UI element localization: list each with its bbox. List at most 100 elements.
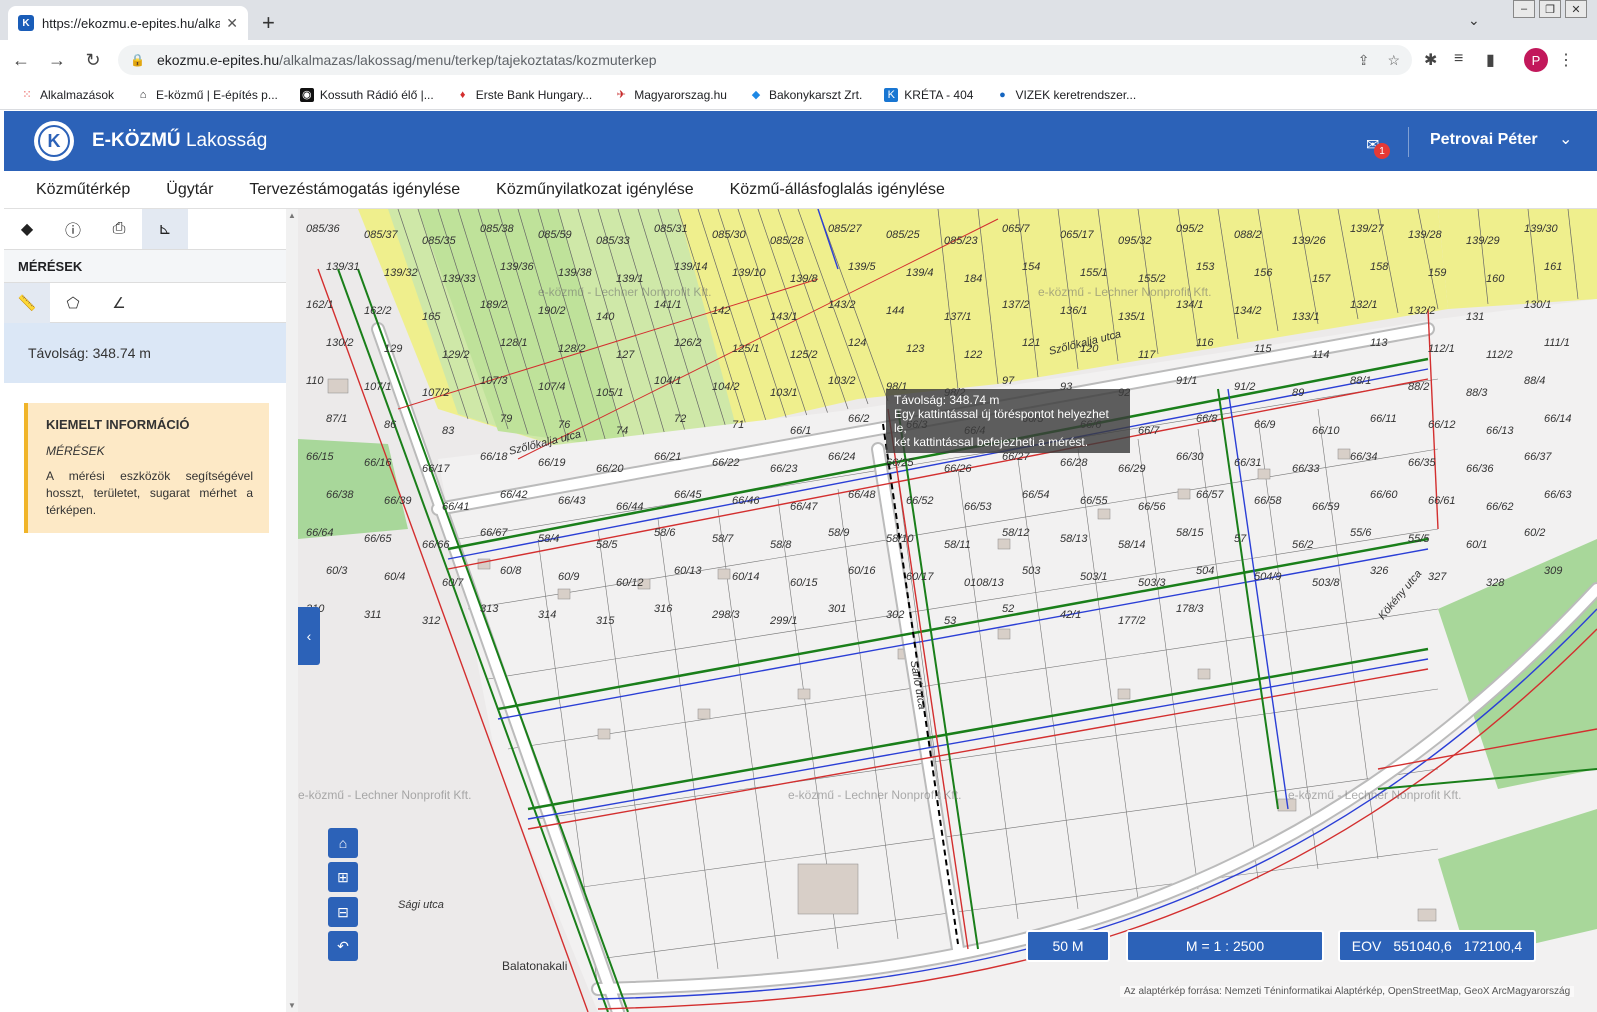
nav-kozmunyilatkozat[interactable]: Közműnyilatkozat igénylése: [496, 181, 693, 199]
info-box: KIEMELT INFORMÁCIÓ MÉRÉSEK A mérési eszk…: [24, 403, 269, 533]
map-watermark: e-közmű - Lechner Nonprofit Kft.: [298, 788, 472, 802]
parcel-label: 311: [364, 609, 382, 621]
bookmark-bakonykarszt[interactable]: ◆ Bakonykarszt Zrt.: [749, 88, 863, 102]
parcel-label: 139/31: [326, 261, 360, 273]
home-extent-button[interactable]: ⌂: [328, 828, 358, 858]
parcel-label: 66/46: [732, 495, 760, 507]
map-watermark: e-közmű - Lechner Nonprofit Kft.: [788, 788, 962, 802]
parcel-label: 065/17: [1060, 229, 1094, 241]
close-window-icon[interactable]: ✕: [1565, 0, 1587, 18]
url-field[interactable]: 🔒 ekozmu.e-epites.hu /alkalmazas/lakossa…: [118, 45, 1412, 75]
parcel-label: 159: [1428, 267, 1447, 279]
ekozmu-logo[interactable]: K: [34, 121, 74, 161]
parcel-label: 085/59: [538, 229, 572, 241]
minimize-icon[interactable]: –: [1513, 0, 1535, 18]
collapse-sidebar-button[interactable]: ‹: [298, 607, 320, 665]
parcel-label: 326: [1370, 565, 1389, 577]
parcel-label: 184: [964, 273, 983, 285]
parcel-label: 66/9: [1254, 419, 1276, 431]
tab-search-chevron-icon[interactable]: ⌄: [1468, 12, 1480, 29]
parcel-label: 189/2: [480, 299, 508, 311]
back-icon[interactable]: ←: [6, 50, 36, 71]
parcel-label: 66/11: [1370, 413, 1397, 425]
restore-icon[interactable]: ❐: [1539, 0, 1561, 18]
polygon-area-icon[interactable]: ⬠: [50, 283, 96, 323]
parcel-label: 139/32: [384, 267, 418, 279]
parcel-label: 161: [1544, 261, 1563, 273]
measure-result: Távolság: 348.74 m: [4, 323, 289, 383]
chrome-menu-icon[interactable]: ⋮: [1558, 50, 1574, 70]
parcel-label: 165: [422, 311, 441, 323]
bookmark-vizek[interactable]: ● VIZEK keretrendszer...: [995, 88, 1136, 102]
user-name[interactable]: Petrovai Péter: [1430, 131, 1538, 149]
new-tab-icon[interactable]: +: [262, 10, 275, 36]
nav-ugytar[interactable]: Ügytár: [166, 181, 213, 199]
parcel-label: 83: [442, 425, 455, 437]
parcel-label: 66/53: [964, 501, 992, 513]
side-panel-icon[interactable]: ▮: [1486, 50, 1495, 70]
measure-tool-icon[interactable]: ⊾: [142, 209, 188, 249]
parcel-label: 177/2: [1118, 615, 1146, 627]
extensions-icon[interactable]: ✱: [1424, 50, 1437, 70]
zoom-out-button[interactable]: ⊟: [328, 897, 358, 927]
lock-icon[interactable]: 🔒: [130, 53, 145, 67]
parcel-label: 143/2: [828, 299, 856, 311]
bookmark-ekozmu[interactable]: ⌂ E-közmű | E-építés p...: [136, 88, 278, 102]
print-icon[interactable]: ⎙: [96, 209, 142, 249]
bookmark-kossuth[interactable]: ◉ Kossuth Rádió élő |...: [299, 87, 434, 102]
nav-kozmu-allasfoglalas[interactable]: Közmű-állásfoglalás igénylése: [730, 181, 945, 199]
back-extent-button[interactable]: ↶: [328, 931, 358, 961]
scroll-up-icon[interactable]: ▲: [288, 211, 296, 220]
parcel-label: 66/21: [654, 451, 682, 463]
parcel-label: 60/12: [616, 577, 644, 589]
parcel-label: 095/32: [1118, 235, 1152, 247]
parcel-label: 66/41: [442, 501, 470, 513]
bookmark-magyarorszag[interactable]: ✈ Magyarorszag.hu: [614, 88, 727, 102]
parcel-label: 58/14: [1118, 539, 1146, 551]
parcel-label: 66/52: [906, 495, 934, 507]
scroll-down-icon[interactable]: ▼: [288, 1001, 296, 1010]
parcel-label: 66/56: [1138, 501, 1166, 513]
reload-icon[interactable]: ↻: [78, 50, 108, 71]
nav-kozmuterkep[interactable]: Közműtérkép: [36, 181, 130, 199]
parcel-label: 58/12: [1002, 527, 1030, 539]
parcel-label: 123: [906, 343, 925, 355]
bookmark-kreta[interactable]: K KRÉTA - 404: [884, 87, 973, 102]
share-icon[interactable]: ⇪: [1358, 52, 1370, 69]
parcel-label: 66/60: [1370, 489, 1398, 501]
reading-list-icon[interactable]: ≡: [1454, 50, 1463, 68]
parcel-label: 66/13: [1486, 425, 1514, 437]
ruler-icon[interactable]: 📏: [4, 283, 50, 323]
bookmark-erste[interactable]: ♦ Erste Bank Hungary...: [456, 88, 592, 102]
profile-avatar[interactable]: P: [1524, 48, 1548, 72]
parcel-label: 085/23: [944, 235, 978, 247]
radio-icon: ◉: [299, 87, 314, 102]
parcel-label: 53: [944, 615, 957, 627]
browser-tab[interactable]: K https://ekozmu.e-epites.hu/alkalma ✕: [8, 6, 248, 40]
radius-icon[interactable]: ∠: [96, 283, 142, 323]
close-tab-icon[interactable]: ✕: [226, 15, 238, 32]
parcel-label: 60/3: [326, 565, 348, 577]
layers-icon[interactable]: ◆: [4, 209, 50, 249]
parcel-label: 66/29: [1118, 463, 1146, 475]
parcel-label: 66/14: [1544, 413, 1572, 425]
parcel-label: 60/9: [558, 571, 580, 583]
info-icon[interactable]: ⓘ: [50, 209, 96, 249]
address-bar-row: ← → ↻ 🔒 ekozmu.e-epites.hu /alkalmazas/l…: [0, 40, 1597, 80]
parcel-label: 190/2: [538, 305, 566, 317]
parcel-label: 125/2: [790, 349, 818, 361]
parcel-label: 72: [674, 413, 687, 425]
forward-icon[interactable]: →: [42, 50, 72, 71]
sidebar-scrollbar[interactable]: ▲ ▼: [286, 209, 298, 1012]
chevron-down-icon[interactable]: ⌄: [1559, 129, 1572, 149]
zoom-in-button[interactable]: ⊞: [328, 862, 358, 892]
map-canvas[interactable]: e-közmű - Lechner Nonprofit Kft. e-közmű…: [298, 209, 1597, 1012]
bookmark-star-icon[interactable]: ☆: [1387, 52, 1400, 69]
parcel-label: 122: [964, 349, 983, 361]
parcel-label: 104/1: [654, 375, 682, 387]
nav-tervezestamogatas[interactable]: Tervezéstámogatás igénylése: [249, 181, 460, 199]
bookmark-apps[interactable]: ⁙ Alkalmazások: [20, 88, 114, 102]
parcel-label: 135/1: [1118, 311, 1146, 323]
parcel-label: 316: [654, 603, 673, 615]
parcel-label: 139/27: [1350, 223, 1384, 235]
